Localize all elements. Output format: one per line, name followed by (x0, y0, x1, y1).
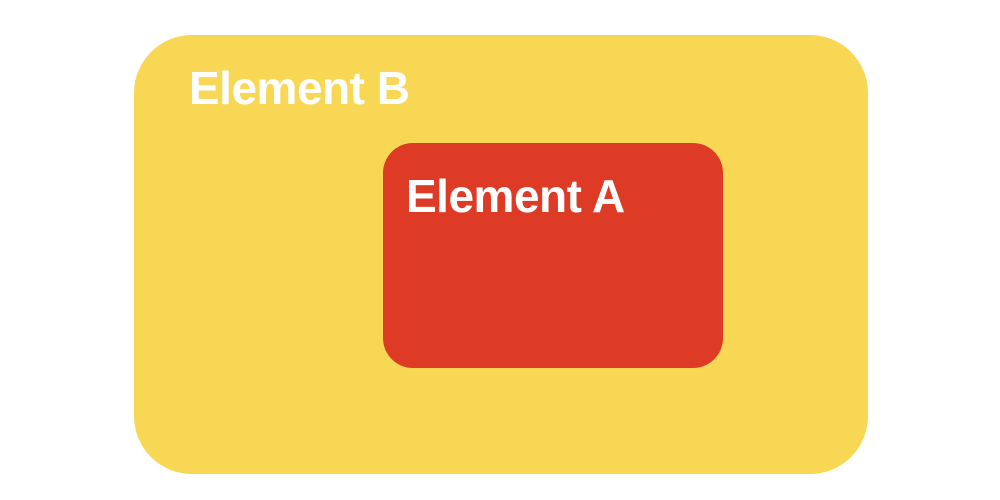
element-b-label: Element B (189, 62, 410, 114)
element-b-box: Element B Element A (134, 35, 868, 474)
element-a-box: Element A (383, 143, 723, 368)
element-a-label: Element A (406, 170, 625, 222)
